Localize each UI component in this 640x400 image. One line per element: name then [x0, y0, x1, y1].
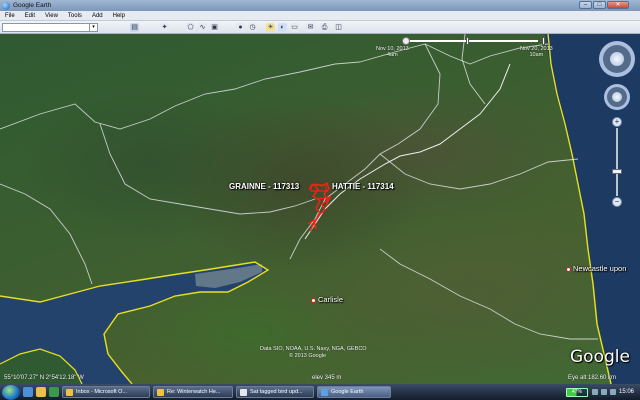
- path-icon[interactable]: ∿: [198, 23, 207, 32]
- battery-indicator[interactable]: 47%: [565, 387, 588, 397]
- city-carlisle[interactable]: Carlisle: [311, 295, 343, 304]
- compass-center-icon[interactable]: [610, 52, 624, 66]
- task-google-earth[interactable]: Google Earth: [317, 386, 391, 398]
- city-label: Carlisle: [318, 295, 344, 304]
- sidebar-toggle-icon[interactable]: ▤: [130, 23, 139, 32]
- task-winterwatch[interactable]: Re: Winterwatch He...: [153, 386, 233, 398]
- folder-icon[interactable]: [36, 387, 46, 397]
- record-tour-icon[interactable]: ●: [236, 23, 245, 32]
- view-in-maps-icon[interactable]: ◫: [334, 23, 343, 32]
- imagery-attribution: Data SIO, NOAA, U.S. Navy, NGA, GEBCO © …: [260, 346, 367, 359]
- sunlight-icon[interactable]: ☀: [266, 23, 275, 32]
- window-title: Google Earth: [13, 2, 52, 9]
- joystick-center-icon[interactable]: [612, 92, 622, 102]
- border-line-9: [304, 63, 511, 240]
- status-bar: 55°10'07.27" N 2°54'12.18" W elev 345 m …: [0, 374, 640, 384]
- print-icon[interactable]: ⎙: [320, 23, 329, 32]
- menu-file[interactable]: File: [0, 13, 20, 19]
- menu-edit[interactable]: Edit: [20, 13, 40, 19]
- city-label: Newcastle upon: [573, 264, 627, 273]
- chevron-down-icon[interactable]: ▾: [89, 24, 97, 31]
- close-button[interactable]: ✕: [607, 1, 629, 9]
- city-marker-icon: [311, 297, 316, 303]
- city-newcastle[interactable]: Newcastle upon: [566, 264, 626, 273]
- time-slider-track[interactable]: [410, 40, 538, 42]
- zoom-in-button[interactable]: +: [612, 117, 622, 127]
- city-marker-icon: [566, 266, 571, 272]
- task-sat-tagged[interactable]: Sat tagged bird upd...: [236, 386, 314, 398]
- email-icon[interactable]: ✉: [306, 23, 315, 32]
- zoom-out-button[interactable]: −: [612, 197, 622, 207]
- border-line-4: [99, 123, 316, 215]
- time-slider[interactable]: [402, 36, 557, 46]
- track-label-grainne[interactable]: GRAINNE - 117313: [229, 182, 299, 191]
- task-inbox[interactable]: Inbox - Microsoft O...: [62, 386, 150, 398]
- border-line-6: [379, 153, 579, 190]
- menu-tools[interactable]: Tools: [63, 13, 87, 19]
- menu-bar: File Edit View Tools Add Help: [0, 11, 640, 21]
- placemark-icon[interactable]: ✦: [160, 23, 169, 32]
- volume-icon[interactable]: [600, 389, 607, 395]
- google-logo: Google: [570, 347, 630, 367]
- look-joystick[interactable]: [604, 84, 630, 110]
- start-button[interactable]: [2, 384, 20, 400]
- time-slider-thumb[interactable]: [466, 37, 469, 45]
- eye-altitude-readout: Eye alt 182.60 km: [568, 375, 617, 381]
- border-line-1: [0, 61, 361, 130]
- window-controls: – □ ✕: [578, 1, 629, 10]
- toolbar: ▾ ▤ ✦ ⬠ ∿ ▣ ● ◷ ☀ ◐ ▭ ✉ ⎙ ◫: [0, 21, 640, 34]
- border-line-7: [379, 248, 598, 340]
- border-line-5: [0, 183, 93, 285]
- system-tray: 47% 15:06: [565, 384, 640, 400]
- time-start-label: Nov 10, 2013 4am: [376, 46, 409, 58]
- globe-view[interactable]: GRAINNE - 117313 HATTIE - 117314 Carlisl…: [0, 34, 640, 384]
- navigation-compass[interactable]: [599, 41, 635, 77]
- polygon-icon[interactable]: ⬠: [186, 23, 195, 32]
- zoom-slider[interactable]: + −: [612, 117, 622, 207]
- clock-icon[interactable]: [402, 37, 410, 45]
- coordinates-readout: 55°10'07.27" N 2°54'12.18" W: [4, 375, 84, 381]
- maximize-button[interactable]: □: [593, 1, 606, 9]
- network-icon[interactable]: [591, 389, 598, 395]
- google-earth-icon: [2, 1, 10, 10]
- image-overlay-icon[interactable]: ▣: [210, 23, 219, 32]
- elevation-readout: elev 345 m: [312, 375, 342, 381]
- zoom-thumb[interactable]: [612, 169, 622, 174]
- time-end-label: Nov 20, 2013 10am: [520, 46, 553, 58]
- zoom-track[interactable]: [616, 128, 618, 196]
- media-icon[interactable]: [49, 387, 59, 397]
- ruler-icon[interactable]: ▭: [290, 23, 299, 32]
- search-input[interactable]: ▾: [2, 23, 98, 32]
- clock[interactable]: 15:06: [619, 389, 634, 395]
- title-bar[interactable]: Google Earth – □ ✕: [0, 0, 640, 11]
- track-label-hattie[interactable]: HATTIE - 117314: [332, 182, 394, 191]
- flag-icon[interactable]: [609, 389, 616, 395]
- minimize-button[interactable]: –: [579, 1, 592, 9]
- menu-add[interactable]: Add: [87, 13, 108, 19]
- planets-icon[interactable]: ◐: [278, 23, 287, 32]
- historical-imagery-icon[interactable]: ◷: [248, 23, 257, 32]
- map-overlay: [0, 34, 640, 384]
- taskbar: Inbox - Microsoft O... Re: Winterwatch H…: [0, 384, 640, 400]
- time-slider-end-thumb[interactable]: [542, 37, 545, 45]
- menu-view[interactable]: View: [40, 13, 63, 19]
- menu-help[interactable]: Help: [108, 13, 130, 19]
- ie-icon[interactable]: [23, 387, 33, 397]
